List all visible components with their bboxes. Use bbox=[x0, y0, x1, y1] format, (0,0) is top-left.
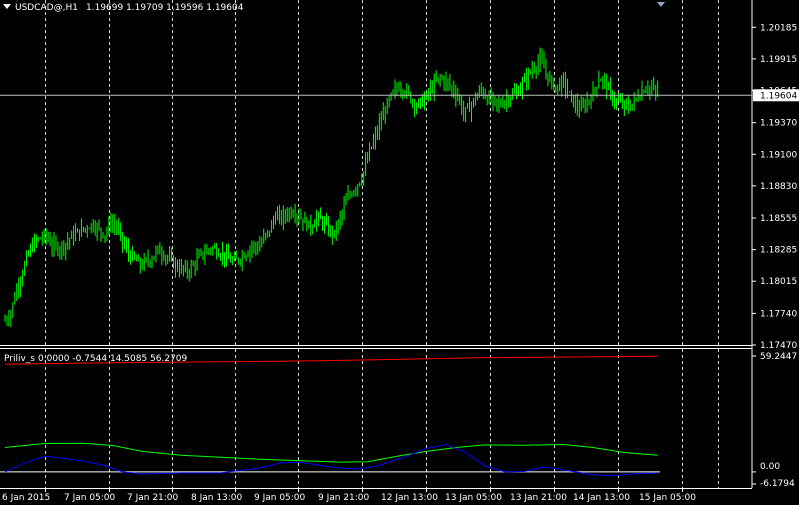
price-tick-label: 1.18285 bbox=[760, 246, 797, 256]
time-tick-label: 13 Jan 21:00 bbox=[510, 493, 567, 503]
indicator-area[interactable] bbox=[0, 349, 752, 488]
price-tick-label: 1.17740 bbox=[760, 309, 797, 319]
time-tick-label: 7 Jan 05:00 bbox=[64, 493, 116, 503]
indicator-title: Priliv_s bbox=[4, 354, 35, 364]
price-tick-label: 1.19100 bbox=[760, 150, 797, 160]
chart-title: USDCAD@,H1 bbox=[15, 3, 78, 13]
time-tick-label: 13 Jan 05:00 bbox=[445, 493, 502, 503]
indicator-tick-label: -6.1794 bbox=[760, 479, 795, 489]
indicator-tick-label: 0.00 bbox=[760, 462, 780, 472]
price-axis: 1.201851.199151.196451.193701.191001.188… bbox=[752, 23, 799, 351]
time-tick-label: 7 Jan 21:00 bbox=[127, 493, 179, 503]
time-tick-label: 12 Jan 13:00 bbox=[381, 493, 438, 503]
time-tick-label: 15 Jan 05:00 bbox=[639, 493, 696, 503]
time-axis: 6 Jan 2015 7 Jan 05:00 7 Jan 21:00 8 Jan 13… bbox=[2, 488, 696, 503]
main-chart-area[interactable] bbox=[0, 0, 752, 345]
ohlc-values: 1.19699 1.19709 1.19596 1.19604 bbox=[86, 3, 244, 13]
time-tick-label: 14 Jan 13:00 bbox=[573, 493, 630, 503]
time-tick-label: 8 Jan 13:00 bbox=[191, 493, 243, 503]
price-tick-label: 1.19915 bbox=[760, 55, 797, 65]
price-tick-label: 1.18015 bbox=[760, 277, 797, 287]
indicator-axis: 59.2447 0.00 -6.1794 bbox=[752, 352, 797, 489]
price-tick-label: 1.17470 bbox=[760, 341, 797, 351]
price-tick-label: 1.18555 bbox=[760, 214, 797, 224]
time-tick-label: 9 Jan 21:00 bbox=[318, 493, 370, 503]
price-tick-label: 1.18830 bbox=[760, 182, 797, 192]
chart-window[interactable]: 1.201851.199151.196451.193701.191001.188… bbox=[0, 0, 799, 505]
price-tick-label: 1.19370 bbox=[760, 119, 797, 129]
time-tick-label: 9 Jan 05:00 bbox=[254, 493, 306, 503]
indicator-values: 0.0000 -0.7544 14.5085 56.2709 bbox=[38, 354, 188, 364]
indicator-tick-label: 59.2447 bbox=[760, 352, 797, 362]
price-tick-label: 1.20185 bbox=[760, 23, 797, 33]
time-tick-label: 6 Jan 2015 bbox=[2, 493, 50, 503]
current-price-label-text: 1.19604 bbox=[760, 91, 797, 101]
